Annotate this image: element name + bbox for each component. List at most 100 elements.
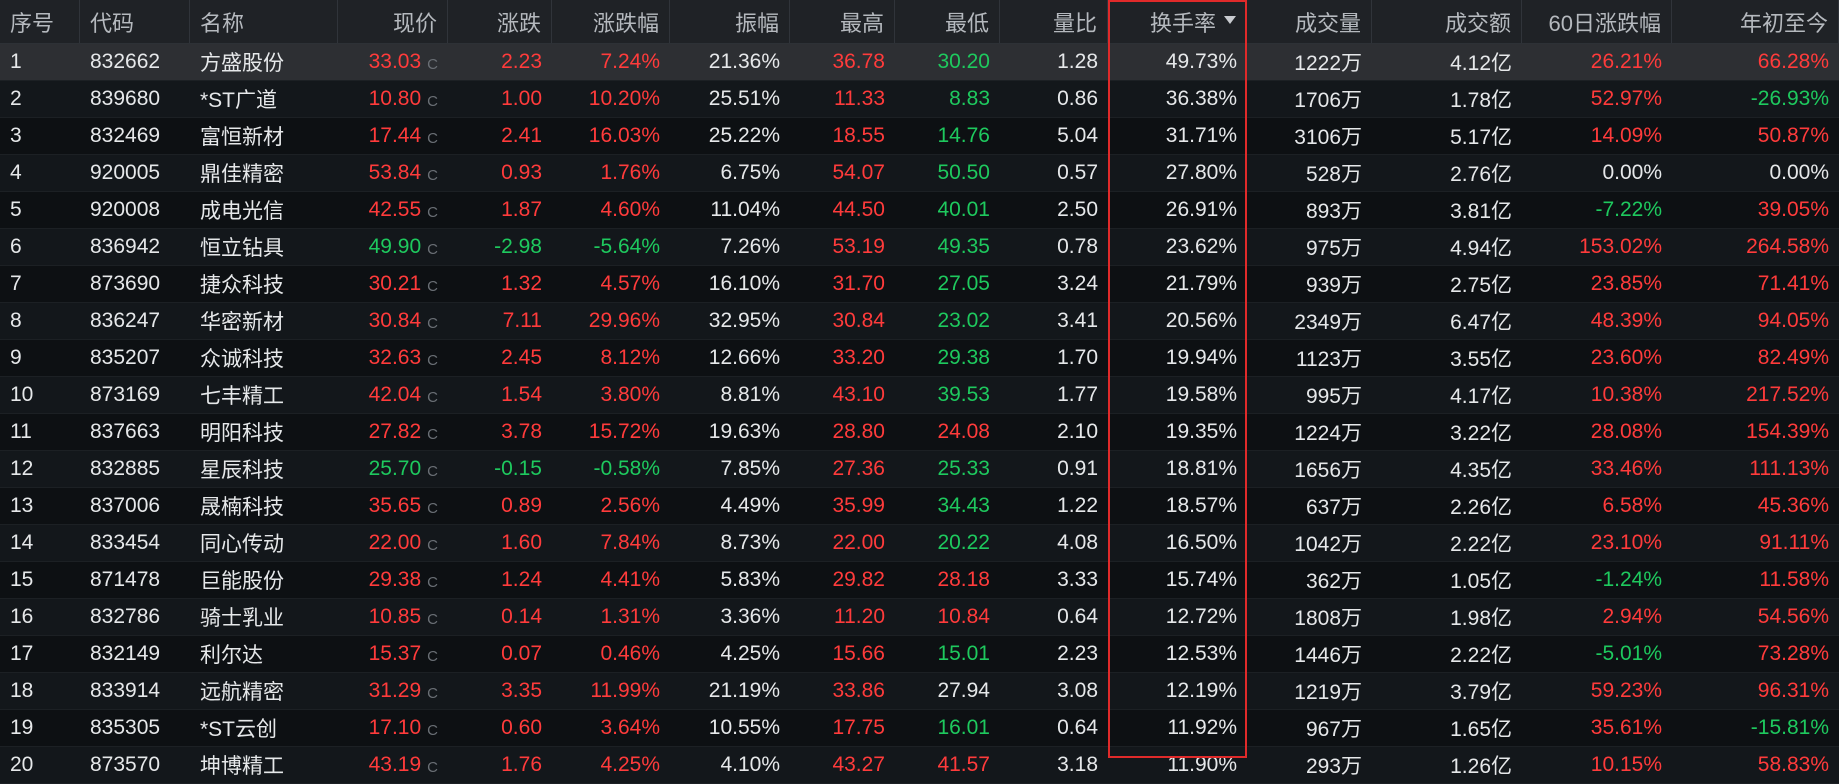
cell-name-value: 同心传动 xyxy=(200,533,284,556)
column-header-ytd[interactable]: 年初至今 xyxy=(1672,0,1839,43)
cell-amp-value: 19.63% xyxy=(708,420,780,443)
table-row[interactable]: 14 833454 同心传动 22.00 C 1.60 7.84% 8.73% 22.00 20.… xyxy=(0,525,1839,562)
price-suffix-marker: C xyxy=(427,203,438,221)
cell-idx: 4 xyxy=(0,155,80,191)
table-body: 1 832662 方盛股份 33.03 C 2.23 7.24% 21.36% 36.78 30.… xyxy=(0,44,1839,784)
cell-price: 42.04 C xyxy=(338,377,448,413)
column-header-label: 序号 xyxy=(10,10,55,36)
cell-turnover: 19.94% xyxy=(1108,340,1247,376)
table-row[interactable]: 7 873690 捷众科技 30.21 C 1.32 4.57% 16.10% 31.70 27.… xyxy=(0,266,1839,303)
table-row[interactable]: 3 832469 富恒新材 17.44 C 2.41 16.03% 25.22% 18.55 14… xyxy=(0,118,1839,155)
table-row[interactable]: 12 832885 星辰科技 25.70 C -0.15 -0.58% 7.85% 27.36 2… xyxy=(0,451,1839,488)
cell-amp: 3.36% xyxy=(670,599,790,635)
cell-low: 27.94 xyxy=(895,673,1000,709)
cell-amp: 21.36% xyxy=(670,44,790,80)
table-row[interactable]: 13 837006 晟楠科技 35.65 C 0.89 2.56% 4.49% 35.99 34.… xyxy=(0,488,1839,525)
cell-price: 49.90 C xyxy=(338,229,448,265)
cell-pct60-value: 10.15% xyxy=(1590,753,1662,776)
column-header-idx[interactable]: 序号 xyxy=(0,0,80,43)
cell-price: 30.21 C xyxy=(338,266,448,302)
cell-chg: 1.54 xyxy=(448,377,552,413)
cell-amount-value: 3.79亿 xyxy=(1450,681,1512,704)
cell-ytd-value: 58.83% xyxy=(1757,753,1829,776)
column-header-vol[interactable]: 成交量 xyxy=(1247,0,1372,43)
table-row[interactable]: 6 836942 恒立钻具 49.90 C -2.98 -5.64% 7.26% 53.19 49… xyxy=(0,229,1839,266)
cell-ytd-value: 54.56% xyxy=(1757,605,1829,628)
cell-pct: 4.60% xyxy=(552,192,670,228)
cell-idx-value: 14 xyxy=(10,531,34,554)
column-header-chg[interactable]: 涨跌 xyxy=(448,0,552,43)
column-header-pct60[interactable]: 60日涨跌幅 xyxy=(1522,0,1672,43)
cell-pct60-value: 48.39% xyxy=(1590,309,1662,332)
cell-price-value: 32.63 xyxy=(368,346,422,369)
table-row[interactable]: 1 832662 方盛股份 33.03 C 2.23 7.24% 21.36% 36.78 30.… xyxy=(0,44,1839,81)
price-suffix-marker: C xyxy=(427,758,438,776)
column-header-amp[interactable]: 振幅 xyxy=(670,0,790,43)
cell-code-value: 836247 xyxy=(90,309,161,332)
cell-pct: 16.03% xyxy=(552,118,670,154)
cell-code-value: 832786 xyxy=(90,605,161,628)
cell-ytd-value: 91.11% xyxy=(1759,531,1829,554)
cell-amp-value: 25.22% xyxy=(708,124,780,147)
column-header-price[interactable]: 现价 xyxy=(338,0,448,43)
column-header-name[interactable]: 名称 xyxy=(190,0,338,43)
table-row[interactable]: 8 836247 华密新材 30.84 C 7.11 29.96% 32.95% 30.84 23… xyxy=(0,303,1839,340)
cell-ytd-value: 73.28% xyxy=(1757,642,1829,665)
cell-chg: 3.78 xyxy=(448,414,552,450)
cell-turnover: 26.91% xyxy=(1108,192,1247,228)
table-row[interactable]: 16 832786 骑士乳业 10.85 C 0.14 1.31% 3.36% 11.20 10.… xyxy=(0,599,1839,636)
table-row[interactable]: 2 839680 *ST广道 10.80 C 1.00 10.20% 25.51% 11.33 8… xyxy=(0,81,1839,118)
table-row[interactable]: 19 835305 *ST云创 17.10 C 0.60 3.64% 10.55% 17.75 1… xyxy=(0,710,1839,747)
column-header-amount[interactable]: 成交额 xyxy=(1372,0,1522,43)
table-row[interactable]: 18 833914 远航精密 31.29 C 3.35 11.99% 21.19% 33.86 2… xyxy=(0,673,1839,710)
cell-chg: 0.93 xyxy=(448,155,552,191)
cell-low-value: 28.18 xyxy=(937,568,990,591)
cell-turnover: 16.50% xyxy=(1108,525,1247,561)
cell-price: 32.63 C xyxy=(338,340,448,376)
table-row[interactable]: 11 837663 明阳科技 27.82 C 3.78 15.72% 19.63% 28.80 2… xyxy=(0,414,1839,451)
column-header-pct[interactable]: 涨跌幅 xyxy=(552,0,670,43)
cell-name-value: 鼎佳精密 xyxy=(200,163,284,186)
cell-pct-value: 3.80% xyxy=(600,383,660,406)
cell-price-value: 43.19 xyxy=(368,753,422,776)
table-row[interactable]: 9 835207 众诚科技 32.63 C 2.45 8.12% 12.66% 33.20 29.… xyxy=(0,340,1839,377)
table-row[interactable]: 20 873570 坤博精工 43.19 C 1.76 4.25% 4.10% 43.27 41.… xyxy=(0,747,1839,784)
cell-pct60-value: 35.61% xyxy=(1590,716,1662,739)
cell-code-value: 839680 xyxy=(90,87,161,110)
cell-amp-value: 5.83% xyxy=(720,568,780,591)
cell-vol-value: 967万 xyxy=(1305,718,1362,741)
cell-turnover-value: 31.71% xyxy=(1165,124,1237,147)
cell-price: 53.84 C xyxy=(338,155,448,191)
column-header-vr[interactable]: 量比 xyxy=(1000,0,1108,43)
cell-turnover: 15.74% xyxy=(1108,562,1247,598)
cell-ytd: 154.39% xyxy=(1672,414,1839,450)
table-row[interactable]: 10 873169 七丰精工 42.04 C 1.54 3.80% 8.81% 43.10 39.… xyxy=(0,377,1839,414)
cell-high: 28.80 xyxy=(790,414,895,450)
cell-code: 836247 xyxy=(80,303,190,339)
table-row[interactable]: 17 832149 利尔达 15.37 C 0.07 0.46% 4.25% 15.66 15.0… xyxy=(0,636,1839,673)
column-header-label: 成交量 xyxy=(1294,10,1361,36)
cell-name-value: *ST广道 xyxy=(200,89,278,112)
table-row[interactable]: 4 920005 鼎佳精密 53.84 C 0.93 1.76% 6.75% 54.07 50.5… xyxy=(0,155,1839,192)
table-row[interactable]: 5 920008 成电光信 42.55 C 1.87 4.60% 11.04% 44.50 40.… xyxy=(0,192,1839,229)
price-suffix-marker: C xyxy=(427,166,438,184)
cell-low: 30.20 xyxy=(895,44,1000,80)
column-header-code[interactable]: 代码 xyxy=(80,0,190,43)
column-header-high[interactable]: 最高 xyxy=(790,0,895,43)
cell-high-value: 43.27 xyxy=(832,753,885,776)
column-header-turnover[interactable]: 换手率 xyxy=(1108,0,1247,43)
cell-low-value: 23.02 xyxy=(937,309,990,332)
cell-price: 25.70 C xyxy=(338,451,448,487)
cell-vol-value: 362万 xyxy=(1305,570,1362,593)
cell-high: 30.84 xyxy=(790,303,895,339)
cell-amount-value: 1.05亿 xyxy=(1450,570,1512,593)
cell-vol-value: 1219万 xyxy=(1294,681,1362,704)
price-suffix-marker: C xyxy=(427,684,438,702)
column-header-low[interactable]: 最低 xyxy=(895,0,1000,43)
cell-low-value: 8.83 xyxy=(949,87,990,110)
cell-code-value: 836942 xyxy=(90,235,161,258)
cell-amount-value: 2.75亿 xyxy=(1450,274,1512,297)
cell-amount: 2.26亿 xyxy=(1372,488,1522,524)
cell-ytd-value: 71.41% xyxy=(1757,272,1829,295)
table-row[interactable]: 15 871478 巨能股份 29.38 C 1.24 4.41% 5.83% 29.82 28.… xyxy=(0,562,1839,599)
